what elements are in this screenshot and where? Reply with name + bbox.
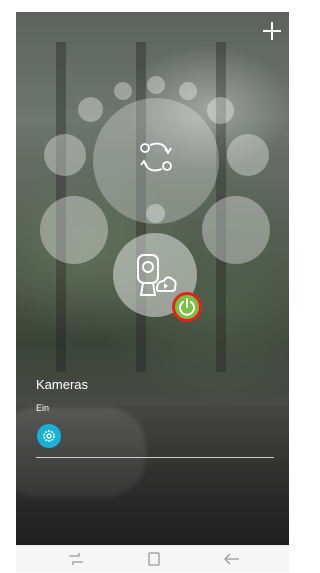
recent-apps-button[interactable] [66, 550, 86, 568]
scene-bubble[interactable] [207, 97, 234, 124]
device-state: Ein [36, 403, 50, 413]
scene-bubble[interactable] [227, 134, 269, 176]
sync-arrows-icon [140, 142, 172, 172]
scene-bubble[interactable] [78, 97, 103, 122]
camera-cloud-icon [137, 254, 177, 296]
divider [36, 457, 274, 458]
back-icon [224, 553, 239, 565]
gear-icon [43, 430, 55, 442]
power-icon [179, 298, 195, 316]
scene-bubble[interactable] [202, 196, 270, 264]
device-name: Kameras [36, 377, 89, 392]
app-screen: Kameras Ein [16, 12, 289, 545]
back-button[interactable] [222, 550, 242, 568]
home-icon [148, 552, 160, 566]
power-toggle-button[interactable] [172, 292, 202, 322]
recent-apps-icon [69, 553, 83, 565]
scene-bubble[interactable] [146, 204, 165, 223]
system-nav-bar [16, 545, 289, 572]
scene-bubble[interactable] [179, 82, 197, 100]
settings-button[interactable] [37, 424, 61, 448]
scene-bubble[interactable] [114, 82, 132, 100]
home-button[interactable] [144, 550, 164, 568]
add-button[interactable] [261, 20, 283, 42]
scene-bubble[interactable] [40, 196, 108, 264]
scene-bubble[interactable] [147, 76, 165, 94]
scene-bubble[interactable] [44, 134, 86, 176]
